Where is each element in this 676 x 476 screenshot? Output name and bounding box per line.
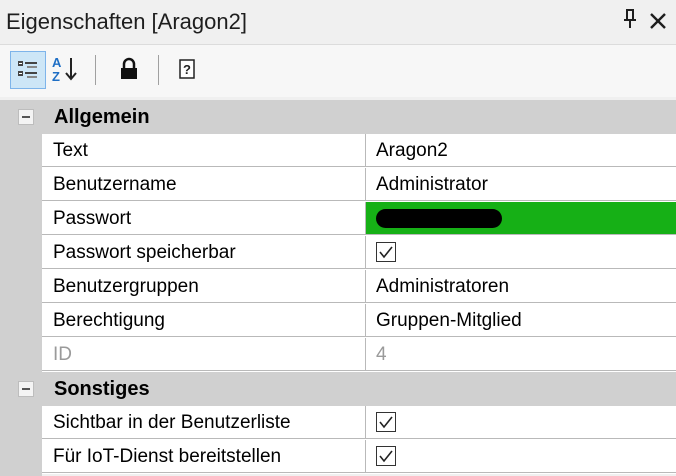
collapse-icon[interactable] — [18, 109, 34, 125]
property-row-passwort[interactable]: Passwort — [42, 202, 676, 236]
property-row-benutzergruppen[interactable]: Benutzergruppen Administratoren — [42, 270, 676, 304]
grid-gutter — [0, 406, 42, 476]
property-name: Passwort speicherbar — [42, 236, 366, 269]
toolbar-separator — [158, 55, 159, 85]
property-row-sichtbar[interactable]: Sichtbar in der Benutzerliste — [42, 406, 676, 440]
toolbar: A Z ? — [0, 44, 676, 98]
checkbox[interactable] — [376, 446, 396, 466]
property-name: Text — [42, 134, 366, 167]
category-header-allgemein[interactable]: Allgemein — [0, 100, 676, 134]
categorized-view-icon[interactable] — [10, 51, 46, 89]
property-name: Sichtbar in der Benutzerliste — [42, 406, 366, 439]
property-name: Benutzergruppen — [42, 270, 366, 303]
grid-gutter — [0, 134, 42, 372]
property-row-passwort-speicherbar[interactable]: Passwort speicherbar — [42, 236, 676, 270]
property-value — [366, 406, 676, 439]
category-header-sonstiges[interactable]: Sonstiges — [0, 372, 676, 406]
property-row-iot-dienst[interactable]: Für IoT-Dienst bereitstellen — [42, 440, 676, 474]
property-value — [366, 440, 676, 473]
category-label: Allgemein — [54, 106, 150, 128]
checkbox[interactable] — [376, 412, 396, 432]
property-value[interactable]: Administrator — [366, 168, 676, 201]
pin-icon[interactable] — [620, 8, 640, 34]
category-label: Sonstiges — [54, 378, 150, 400]
svg-text:Z: Z — [52, 69, 60, 84]
svg-text:A: A — [52, 55, 62, 70]
collapse-icon[interactable] — [18, 381, 34, 397]
property-row-text[interactable]: Text Aragon2 — [42, 134, 676, 168]
password-value-field[interactable] — [366, 202, 676, 235]
property-value: 4 — [366, 338, 676, 371]
toolbar-separator — [95, 55, 96, 85]
password-mask — [376, 209, 502, 228]
property-row-benutzername[interactable]: Benutzername Administrator — [42, 168, 676, 202]
property-row-id[interactable]: ID 4 — [42, 338, 676, 372]
property-name: Berechtigung — [42, 304, 366, 337]
property-value — [366, 236, 676, 269]
help-icon[interactable]: ? — [170, 51, 204, 87]
properties-panel: Eigenschaften [Aragon2] A Z ? Allgemein … — [0, 0, 676, 476]
svg-text:?: ? — [183, 62, 191, 77]
property-name: Passwort — [42, 202, 366, 235]
property-value[interactable]: Administratoren — [366, 270, 676, 303]
close-icon[interactable] — [646, 6, 670, 34]
property-name: Für IoT-Dienst bereitstellen — [42, 440, 366, 473]
checkbox[interactable] — [376, 242, 396, 262]
title-bar: Eigenschaften [Aragon2] — [0, 0, 676, 44]
property-row-berechtigung[interactable]: Berechtigung Gruppen-Mitglied — [42, 304, 676, 338]
property-name: ID — [42, 338, 366, 371]
property-grid: Allgemein Text Aragon2 Benutzername Admi… — [0, 97, 676, 476]
property-name: Benutzername — [42, 168, 366, 201]
alphabetical-sort-icon[interactable]: A Z — [48, 51, 82, 87]
panel-title: Eigenschaften [Aragon2] — [6, 9, 247, 34]
property-value[interactable]: Aragon2 — [366, 134, 676, 167]
property-value[interactable]: Gruppen-Mitglied — [366, 304, 676, 337]
lock-icon[interactable] — [112, 51, 146, 87]
